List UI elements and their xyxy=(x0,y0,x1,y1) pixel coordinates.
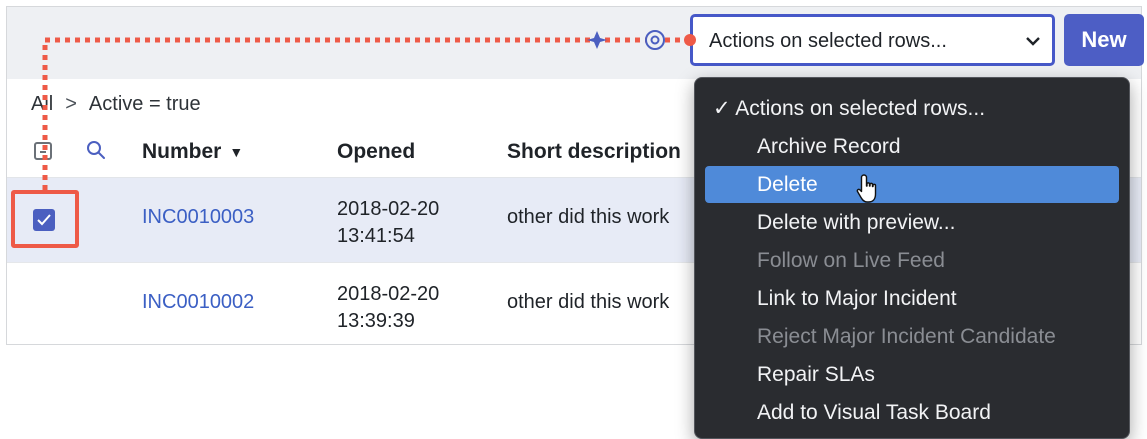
menu-item-repair-slas[interactable]: Repair SLAs xyxy=(705,356,1119,393)
menu-item-delete-with-preview[interactable]: Delete with preview... xyxy=(705,204,1119,241)
sparkle-icon[interactable] xyxy=(587,31,607,49)
menu-item-follow-on-live-feed: Follow on Live Feed xyxy=(757,249,945,272)
hand-pointer-cursor-icon xyxy=(856,174,877,203)
menu-item-archive-record[interactable]: Archive Record xyxy=(705,128,1119,165)
menu-item-actions-header[interactable]: ✓ Actions on selected rows... xyxy=(705,90,1119,127)
gear-icon[interactable] xyxy=(645,30,665,50)
menu-item-add-to-visual-task-board[interactable]: Add to Visual Task Board xyxy=(705,394,1119,431)
menu-item-link-to-major-incident[interactable]: Link to Major Incident xyxy=(705,280,1119,317)
actions-dropdown-menu: ✓ Actions on selected rows... Archive Re… xyxy=(694,77,1130,439)
menu-item-delete[interactable]: Delete xyxy=(705,166,1119,203)
menu-item-reject-major-incident-candidate: Reject Major Incident Candidate xyxy=(757,325,1056,348)
